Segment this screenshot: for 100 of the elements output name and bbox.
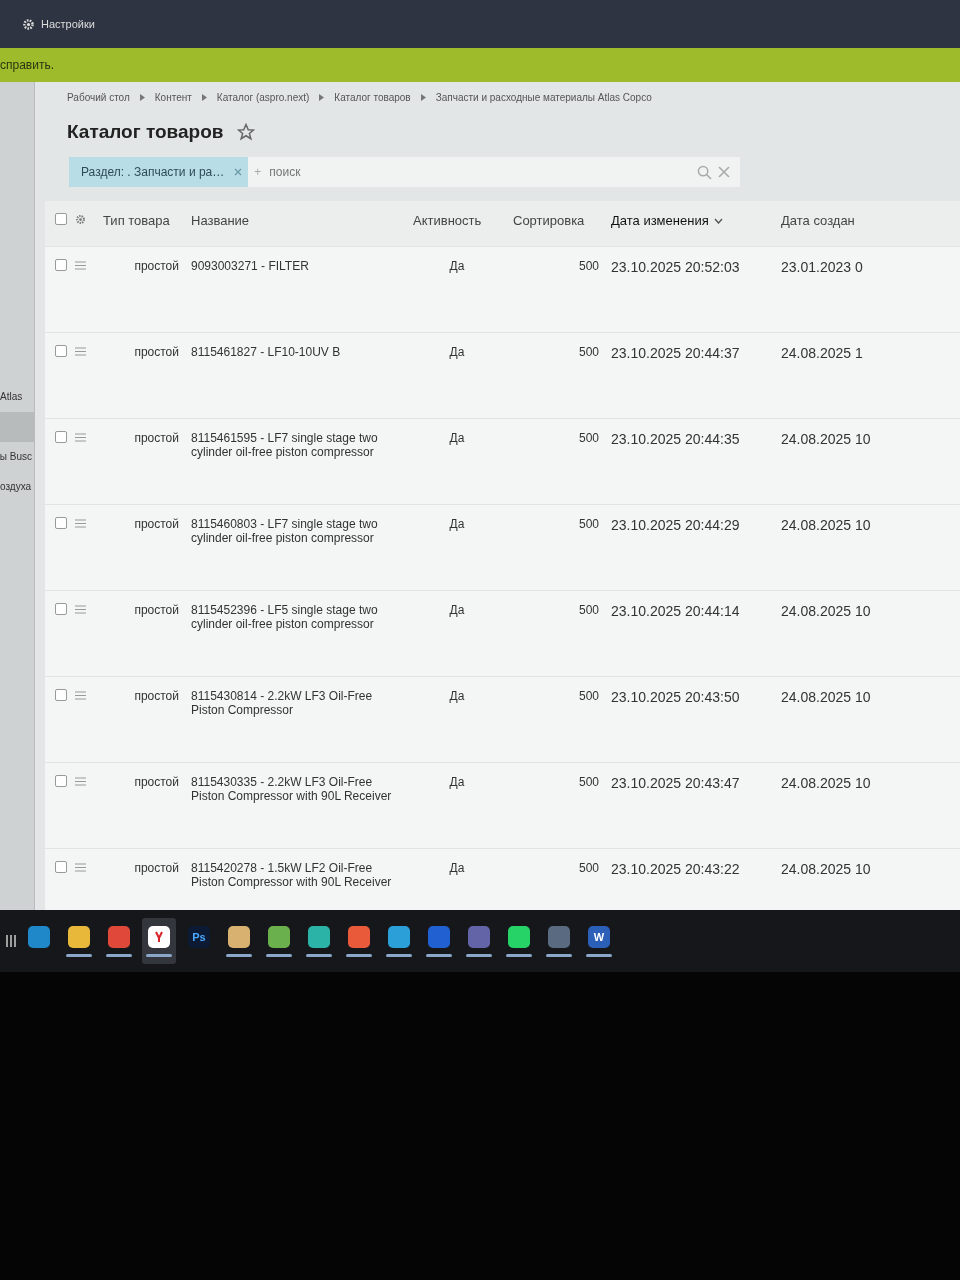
settings-icon bbox=[22, 17, 35, 31]
table-cell: Да bbox=[449, 259, 465, 273]
table-cell: 23.10.2025 20:43:47 bbox=[611, 775, 740, 791]
checkbox[interactable] bbox=[55, 517, 67, 529]
table-cell: Да bbox=[449, 345, 465, 359]
menu-icon[interactable] bbox=[75, 862, 86, 872]
add-mark: + bbox=[254, 165, 262, 179]
settings-icon[interactable] bbox=[75, 213, 86, 225]
column-header[interactable]: Активность bbox=[407, 213, 507, 228]
table-cell: 500 bbox=[578, 689, 599, 703]
menu-icon[interactable] bbox=[75, 604, 86, 614]
column-header[interactable]: Дата создан bbox=[775, 213, 960, 228]
table-cell: 23.10.2025 20:44:14 bbox=[611, 603, 740, 619]
table-cell: 500 bbox=[578, 517, 599, 531]
chevron-icon bbox=[201, 94, 207, 101]
table-cell: простой bbox=[134, 345, 179, 359]
close-icon[interactable] bbox=[718, 166, 730, 178]
breadcrumb-link[interactable]: Рабочий стол bbox=[67, 92, 130, 103]
taskbar-app[interactable]: Ps bbox=[182, 918, 216, 964]
table-cell: Да bbox=[449, 517, 465, 531]
table-cell: 24.08.2025 10 bbox=[781, 861, 871, 877]
table-cell: простой bbox=[134, 861, 179, 875]
checkbox[interactable] bbox=[55, 431, 67, 443]
chevron-icon bbox=[139, 94, 145, 101]
filter-chip[interactable]: Раздел: . Запчасти и ра… bbox=[69, 157, 249, 187]
sidebar-item[interactable]: оздуха bbox=[0, 472, 34, 502]
taskview-icon[interactable] bbox=[6, 934, 16, 948]
breadcrumb-link[interactable]: Запчасти и расходные материалы Atlas Copco bbox=[435, 92, 652, 103]
checkbox[interactable] bbox=[55, 861, 67, 873]
close-icon[interactable] bbox=[234, 168, 243, 176]
table-cell: 24.08.2025 10 bbox=[781, 431, 871, 447]
product-name[interactable]: 8115461595 - LF7 single stage two cylinder oil-free piston compressor bbox=[191, 431, 401, 459]
product-name[interactable]: 9093003271 - FILTER bbox=[191, 259, 401, 273]
table-cell: 500 bbox=[578, 431, 599, 445]
menu-icon[interactable] bbox=[75, 260, 86, 270]
settings-link[interactable]: Настройки bbox=[22, 17, 95, 31]
breadcrumb-link[interactable]: Каталог (aspro.next) bbox=[216, 92, 310, 103]
table-cell: 23.10.2025 20:43:50 bbox=[611, 689, 740, 705]
table-cell: 500 bbox=[578, 259, 599, 273]
table-cell: 23.10.2025 20:52:03 bbox=[611, 259, 740, 275]
table-cell: простой bbox=[134, 775, 179, 789]
page-title: Каталог товаров bbox=[67, 121, 224, 143]
product-name[interactable]: 8115452396 - LF5 single stage two cylinder oil-free piston compressor bbox=[191, 603, 401, 631]
product-name[interactable]: 8115461827 - LF10-10UV B bbox=[191, 345, 401, 359]
product-name[interactable]: 8115460803 - LF7 single stage two cylinder oil-free piston compressor bbox=[191, 517, 401, 545]
table-cell: простой bbox=[134, 603, 179, 617]
menu-icon[interactable] bbox=[75, 518, 86, 528]
sidebar-item[interactable]: ы Busc bbox=[0, 442, 34, 472]
column-header[interactable]: Название bbox=[185, 213, 407, 228]
menu-icon[interactable] bbox=[75, 346, 86, 356]
checkbox[interactable] bbox=[55, 259, 67, 271]
column-header[interactable]: Дата изменения bbox=[605, 213, 775, 228]
table-cell: Да bbox=[449, 431, 465, 445]
sidebar-item[interactable]: Atlas bbox=[0, 382, 34, 412]
table-cell: 500 bbox=[578, 775, 599, 789]
checkbox[interactable] bbox=[55, 603, 67, 615]
table-cell: простой bbox=[134, 517, 179, 531]
filter-field[interactable]: Раздел: . Запчасти и ра… + поиск bbox=[69, 157, 740, 187]
table-cell: простой bbox=[134, 689, 179, 703]
search-icon[interactable] bbox=[697, 164, 712, 180]
star-icon[interactable] bbox=[237, 123, 256, 141]
menu-icon[interactable] bbox=[75, 776, 86, 786]
chevron-icon bbox=[420, 94, 426, 101]
menu-icon[interactable] bbox=[75, 690, 86, 700]
table-cell: Да bbox=[449, 861, 465, 875]
table-cell: 24.08.2025 10 bbox=[781, 689, 871, 705]
taskbar-app[interactable]: W bbox=[582, 918, 616, 964]
notice-text: справить. bbox=[0, 58, 54, 72]
table-cell: 500 bbox=[578, 603, 599, 617]
column-header[interactable]: Сортировка bbox=[507, 213, 605, 228]
table-cell: 23.10.2025 20:43:22 bbox=[611, 861, 740, 877]
search-input[interactable]: поиск bbox=[267, 164, 691, 180]
table-cell: 24.08.2025 10 bbox=[781, 603, 871, 619]
letter-y-icon bbox=[152, 929, 166, 944]
product-name[interactable]: 8115430335 - 2.2kW LF3 Oil-Free Piston Compressor with 90L Receiver bbox=[191, 775, 401, 803]
table-cell: простой bbox=[134, 431, 179, 445]
sort-chevron-icon bbox=[713, 217, 723, 224]
table-cell: 500 bbox=[578, 345, 599, 359]
table-cell: 23.10.2025 20:44:37 bbox=[611, 345, 740, 361]
table-cell: 23.10.2025 20:44:35 bbox=[611, 431, 740, 447]
table-cell: Да bbox=[449, 603, 465, 617]
table-cell: 24.08.2025 10 bbox=[781, 517, 871, 533]
checkbox[interactable] bbox=[55, 213, 67, 225]
menu-icon[interactable] bbox=[75, 432, 86, 442]
table-cell: 23.10.2025 20:44:29 bbox=[611, 517, 740, 533]
table-cell: 500 bbox=[578, 861, 599, 875]
table-cell: 24.08.2025 1 bbox=[781, 345, 863, 361]
breadcrumb-link[interactable]: Контент bbox=[154, 92, 192, 103]
table-cell: простой bbox=[134, 259, 179, 273]
checkbox[interactable] bbox=[55, 345, 67, 357]
column-header[interactable]: Тип товара bbox=[97, 213, 185, 228]
table-cell: Да bbox=[449, 775, 465, 789]
table-cell: 24.08.2025 10 bbox=[781, 775, 871, 791]
taskbar-app[interactable] bbox=[142, 918, 176, 964]
checkbox[interactable] bbox=[55, 775, 67, 787]
table-cell: Да bbox=[449, 689, 465, 703]
product-name[interactable]: 8115420278 - 1.5kW LF2 Oil-Free Piston Compressor with 90L Receiver bbox=[191, 861, 401, 889]
breadcrumb-link[interactable]: Каталог товаров bbox=[334, 92, 411, 103]
checkbox[interactable] bbox=[55, 689, 67, 701]
product-name[interactable]: 8115430814 - 2.2kW LF3 Oil-Free Piston Compressor bbox=[191, 689, 401, 717]
